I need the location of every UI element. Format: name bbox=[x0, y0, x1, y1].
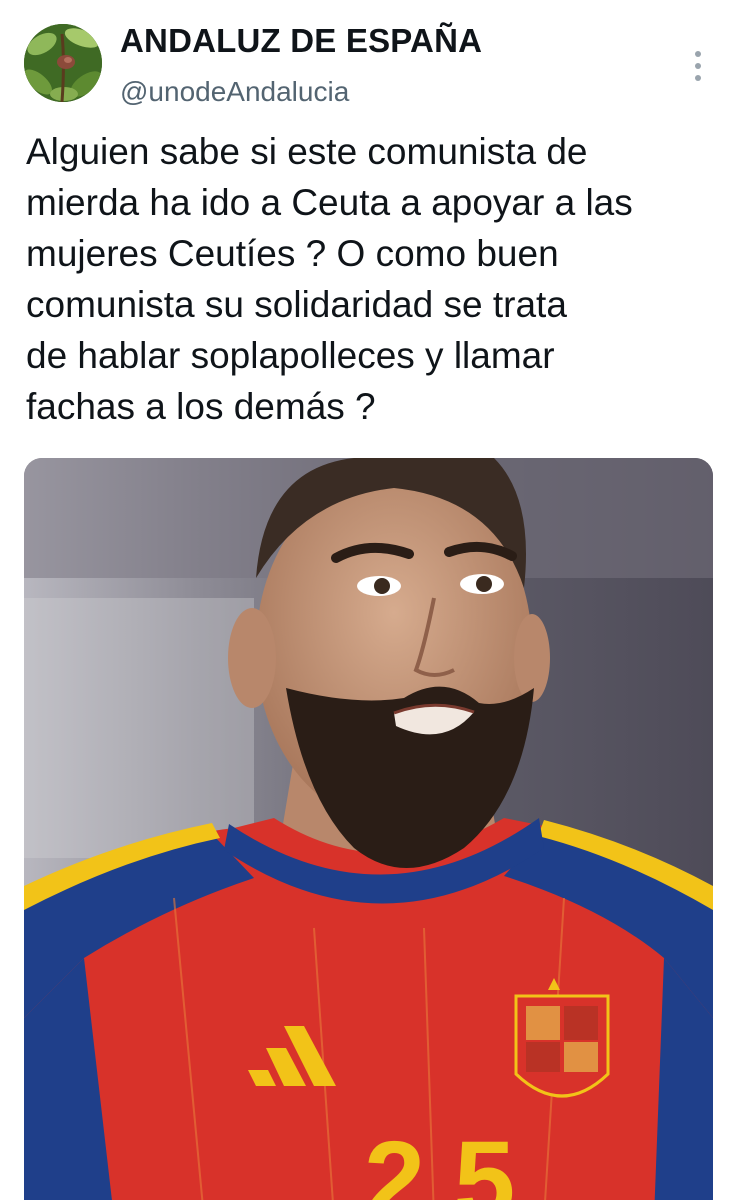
tweet-photo[interactable]: 2 5 bbox=[24, 458, 713, 1200]
author-handle[interactable]: @unodeAndalucia bbox=[120, 76, 349, 108]
author-display-name[interactable]: ANDALUZ DE ESPAÑA bbox=[120, 22, 482, 60]
avocado-tree-icon bbox=[24, 24, 102, 102]
svg-text:5: 5 bbox=[454, 1119, 515, 1200]
crest-icon bbox=[514, 978, 610, 1098]
tweet-text: Alguien sabe si este comunista de mierda… bbox=[26, 131, 633, 427]
player-photo-illustration: 2 5 bbox=[24, 458, 713, 1200]
tweet-card[interactable]: ANDALUZ DE ESPAÑA @unodeAndalucia Alguie… bbox=[0, 0, 737, 1200]
more-options-icon[interactable] bbox=[686, 46, 710, 86]
svg-text:2: 2 bbox=[364, 1119, 425, 1200]
author-avatar[interactable] bbox=[24, 24, 102, 102]
